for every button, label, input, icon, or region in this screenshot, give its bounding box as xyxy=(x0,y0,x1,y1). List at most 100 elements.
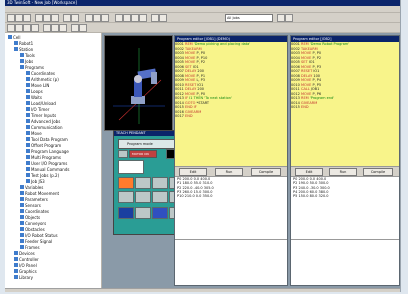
tree-item[interactable]: Controller xyxy=(14,257,39,262)
tree-item[interactable]: Jobs xyxy=(20,59,33,64)
table-row[interactable]: P10 210.0 0.0 350.0 xyxy=(175,194,287,198)
tree-item[interactable]: Load/Unload xyxy=(26,101,56,106)
pan-icon[interactable] xyxy=(139,14,147,22)
grid-icon[interactable] xyxy=(151,14,159,22)
tree-item[interactable]: Obstacles xyxy=(20,227,45,232)
play-icon[interactable] xyxy=(85,14,93,22)
tree-item[interactable]: Robot Movement xyxy=(20,191,59,196)
tree-item[interactable]: Coordinates xyxy=(20,209,49,214)
pendant-key-2[interactable] xyxy=(152,177,168,189)
open-icon[interactable] xyxy=(15,14,23,22)
pendant-jog-button[interactable] xyxy=(118,207,134,219)
zoom-out-icon[interactable] xyxy=(123,14,131,22)
tree-item[interactable]: Sensors xyxy=(20,203,41,208)
stop-icon[interactable] xyxy=(93,14,101,22)
tree-item[interactable]: Frames xyxy=(20,245,40,250)
3d-robot-view[interactable] xyxy=(104,35,173,131)
pendant-key-1[interactable] xyxy=(135,177,151,189)
camera-icon[interactable] xyxy=(159,14,167,22)
redo-icon[interactable] xyxy=(71,14,79,22)
tree-item-label: Frames xyxy=(25,245,40,250)
tree-item-label: Multi Programs xyxy=(31,155,62,160)
frame-icon[interactable] xyxy=(43,24,51,32)
tree-item[interactable]: Multi Programs xyxy=(26,155,61,160)
code-keyword: MOVE xyxy=(185,51,197,55)
tree-item[interactable]: Program Language xyxy=(26,149,69,154)
tree-item[interactable]: Advanced Jobs xyxy=(26,119,60,124)
editor1-compile-button[interactable]: Compile xyxy=(251,168,281,176)
tree-item[interactable]: Tool Data Program xyxy=(26,137,68,142)
pendant-key-9[interactable] xyxy=(152,207,168,219)
point-icon[interactable] xyxy=(51,24,59,32)
tree-item[interactable]: Move LIN xyxy=(26,83,49,88)
info-icon[interactable] xyxy=(285,14,293,22)
tree-item[interactable]: Move xyxy=(26,131,42,136)
new-icon[interactable] xyxy=(7,14,15,22)
tree-item-label: Move LIN xyxy=(31,83,50,88)
copy-icon[interactable] xyxy=(43,14,51,22)
wireframe-icon[interactable] xyxy=(71,24,79,32)
tree-item[interactable]: Tools xyxy=(20,53,35,58)
table-row[interactable]: P5 150.0 80.0 320.0 xyxy=(291,194,399,198)
tree-item[interactable]: Feeder Signal xyxy=(20,239,52,244)
path-icon[interactable] xyxy=(59,24,67,32)
move-icon[interactable] xyxy=(15,24,23,32)
settings-icon[interactable] xyxy=(277,14,285,22)
tree-item[interactable]: Job JS3 xyxy=(26,179,45,184)
paste-icon[interactable] xyxy=(51,14,59,22)
rotate-icon[interactable] xyxy=(131,14,139,22)
job-select[interactable]: All Jobs xyxy=(225,14,273,22)
tree-item[interactable]: Station xyxy=(14,47,33,52)
editor1-points-table[interactable]: P0 200.0 0.0 400.0 P1 180.0 55.0 310.0 P2 … xyxy=(175,176,287,239)
teach-icon[interactable] xyxy=(31,24,39,32)
tree-item[interactable]: Objects xyxy=(20,215,40,220)
pendant-key-6[interactable] xyxy=(152,191,168,203)
editor2-edit-button[interactable]: Edit xyxy=(295,168,323,176)
tree-item[interactable]: User I/O Programs xyxy=(26,161,67,166)
editor2-points-table[interactable]: P0 200.0 0.0 400.0 P2 190.0 50.0 300.0 P3 … xyxy=(291,176,399,239)
zoom-in-icon[interactable] xyxy=(115,14,123,22)
tree-item[interactable]: Cell xyxy=(8,35,20,40)
code-line[interactable]: 0015 END xyxy=(291,105,399,110)
editor1-code[interactable]: 0001 REM 'Demo picking and placing data'… xyxy=(175,42,287,166)
editor1-run-button[interactable]: Run xyxy=(215,168,243,176)
step-icon[interactable] xyxy=(101,14,109,22)
editor2-code[interactable]: 0001 REM 'Demo Robot Program' 0002 TAKEAR… xyxy=(291,42,399,166)
pendant-input-field[interactable] xyxy=(118,160,144,174)
select-icon[interactable] xyxy=(7,24,15,32)
tree-item[interactable]: Waits xyxy=(26,95,42,100)
tree-item[interactable]: I/O Robot Status xyxy=(20,233,58,238)
editor2-compile-button[interactable]: Compile xyxy=(363,168,393,176)
robot-icon[interactable] xyxy=(23,24,31,32)
undo-icon[interactable] xyxy=(63,14,71,22)
solid-icon[interactable] xyxy=(79,24,87,32)
tree-item[interactable]: I/O Timer xyxy=(26,107,49,112)
tree-item[interactable]: Graphics xyxy=(14,269,37,274)
editor1-edit-button[interactable]: Edit xyxy=(179,168,207,176)
tree-item[interactable]: Devices xyxy=(14,251,35,256)
project-tree[interactable]: Cell Robot1 Station Tools Jobs Programs Coordi… xyxy=(5,33,103,288)
tree-item[interactable]: Coordinates xyxy=(26,71,55,76)
editor2-run-button[interactable]: Run xyxy=(329,168,357,176)
tree-item[interactable]: Communication xyxy=(26,125,63,130)
tree-item[interactable]: Offset Program xyxy=(26,143,61,148)
tree-item[interactable]: Manual Commands xyxy=(26,167,69,172)
tree-item[interactable]: Timer Inputs xyxy=(26,113,56,118)
tree-item[interactable]: Test Jobs (p.2) xyxy=(26,173,59,178)
pendant-key-8[interactable] xyxy=(135,207,151,219)
tree-item[interactable]: Library xyxy=(14,275,33,280)
tree-item[interactable]: I/O Panel xyxy=(14,263,37,268)
pendant-key-4[interactable] xyxy=(118,191,134,203)
tree-item[interactable]: Loops xyxy=(26,89,43,94)
tree-item[interactable]: Variables xyxy=(20,185,43,190)
pendant-stop-button[interactable] xyxy=(118,177,134,189)
tree-item[interactable]: Parameters xyxy=(20,197,48,202)
tree-item[interactable]: Programs xyxy=(20,65,44,70)
save-icon[interactable] xyxy=(23,14,31,22)
pendant-key-5[interactable] xyxy=(135,191,151,203)
tree-item[interactable]: Robot1 xyxy=(14,41,33,46)
cut-icon[interactable] xyxy=(35,14,43,22)
code-line[interactable]: 0017 END xyxy=(175,114,287,119)
tree-item[interactable]: Arithmetic (p) xyxy=(26,77,59,82)
tree-item[interactable]: Conveyors xyxy=(20,221,46,226)
